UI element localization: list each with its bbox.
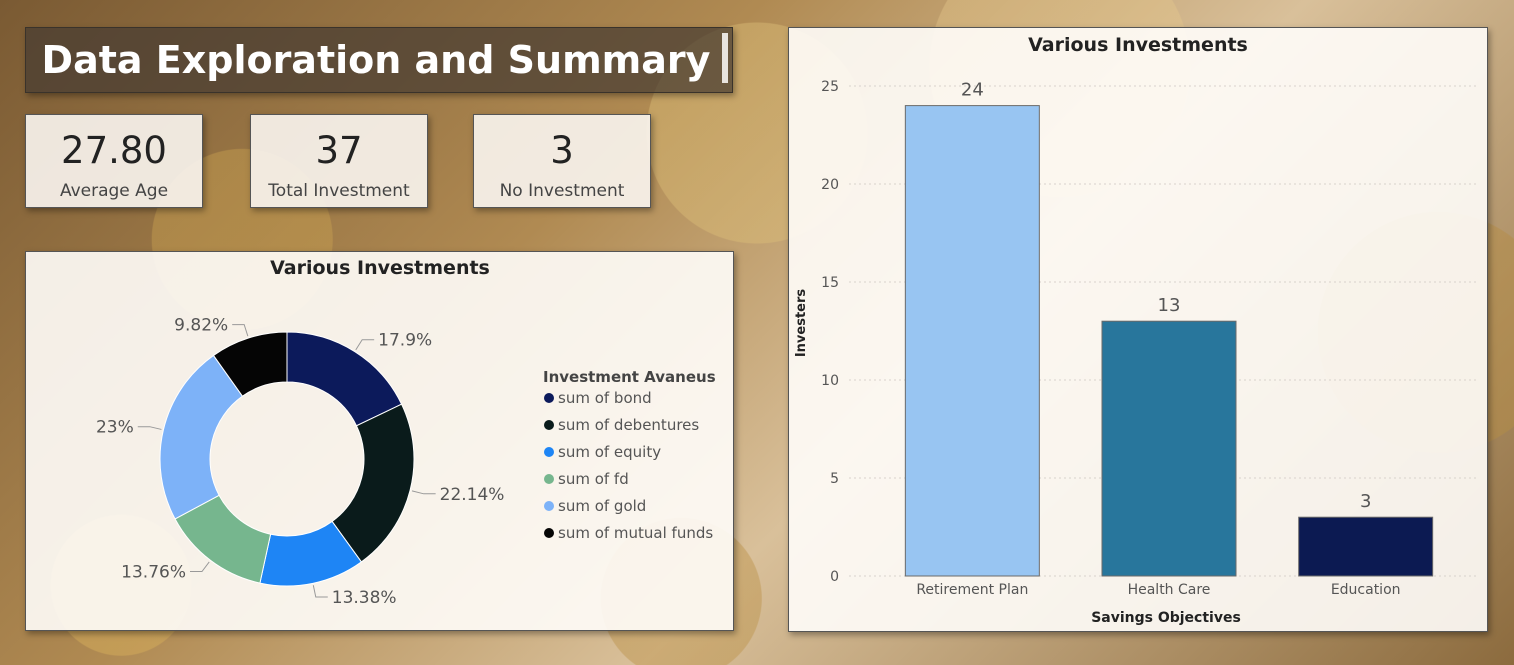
x-axis-label: Savings Objectives: [1091, 610, 1241, 626]
slice-leader-line: [355, 339, 375, 351]
legend-item-label: sum of bond: [558, 389, 652, 407]
donut-chart-panel: Various Investments 17.9% 22.14% 13.38% 13.…: [25, 251, 734, 631]
y-tick-label: 0: [830, 569, 839, 585]
legend-item-label: sum of equity: [558, 443, 661, 461]
x-tick-label: Education: [1331, 582, 1401, 598]
page-title: Data Exploration and Summary: [41, 38, 711, 82]
bar: [1298, 516, 1434, 577]
slice-leader-line: [232, 324, 249, 337]
bar-value-label: 24: [961, 80, 984, 101]
y-tick-label: 10: [821, 373, 839, 389]
kpi-value: 37: [315, 129, 363, 172]
slice-leader-line: [312, 585, 328, 598]
y-tick-label: 25: [821, 79, 839, 95]
legend-item-label: sum of mutual funds: [558, 524, 713, 542]
kpi-label: Total Investment: [268, 181, 410, 201]
bar-chart-title: Various Investments: [1028, 34, 1248, 56]
slice-leader-line: [411, 490, 436, 495]
slice-percent-label: 13.76%: [121, 562, 186, 582]
kpi-card-average-age: 27.80 Average Age: [25, 114, 203, 208]
slice-leader-line: [137, 426, 162, 430]
legend-item-label: sum of fd: [558, 470, 629, 488]
x-tick-label: Health Care: [1128, 582, 1211, 598]
legend-title: Investment Avaneus: [543, 368, 716, 386]
legend-marker: [544, 393, 554, 403]
legend-marker: [544, 447, 554, 457]
slice-percent-label: 22.14%: [440, 485, 505, 505]
slice-percent-label: 9.82%: [174, 316, 228, 336]
bar-value-label: 13: [1158, 295, 1181, 316]
slice-percent-label: 23%: [96, 418, 134, 438]
legend-item-label: sum of debentures: [558, 416, 699, 434]
title-accent-bar: [722, 33, 728, 83]
dashboard-title-box: Data Exploration and Summary: [25, 27, 733, 93]
legend-marker: [544, 501, 554, 511]
kpi-label: Average Age: [59, 181, 169, 201]
kpi-card-no-investment: 3 No Investment: [473, 114, 651, 208]
y-tick-label: 5: [830, 471, 839, 487]
donut-chart: Various Investments 17.9% 22.14% 13.38% 13.…: [96, 257, 716, 608]
legend-marker: [544, 420, 554, 430]
legend-marker: [544, 474, 554, 484]
slice-leader-line: [189, 561, 210, 572]
kpi-value: 3: [550, 129, 574, 172]
y-tick-label: 20: [821, 177, 839, 193]
bar-chart: Various Investments 0 5 10 15 20 25 24 Retirem…: [794, 34, 1479, 626]
slice-percent-label: 17.9%: [378, 331, 432, 351]
kpi-card-total-investment: 37 Total Investment: [250, 114, 428, 208]
slice-percent-label: 13.38%: [332, 588, 397, 608]
legend-item-label: sum of gold: [558, 497, 646, 515]
donut-chart-title: Various Investments: [270, 257, 490, 279]
bar: [1101, 320, 1237, 577]
bar: [904, 105, 1040, 577]
legend-marker: [544, 528, 554, 538]
bar-value-label: 3: [1360, 491, 1371, 512]
donut-slice: [159, 354, 244, 520]
y-axis-label: Investers: [794, 289, 809, 358]
kpi-label: No Investment: [499, 181, 625, 201]
y-tick-label: 15: [821, 275, 839, 291]
kpi-value: 27.80: [61, 129, 167, 172]
x-tick-label: Retirement Plan: [916, 582, 1028, 598]
bar-chart-panel: Various Investments 0 5 10 15 20 25 24 Retirem…: [788, 27, 1488, 632]
